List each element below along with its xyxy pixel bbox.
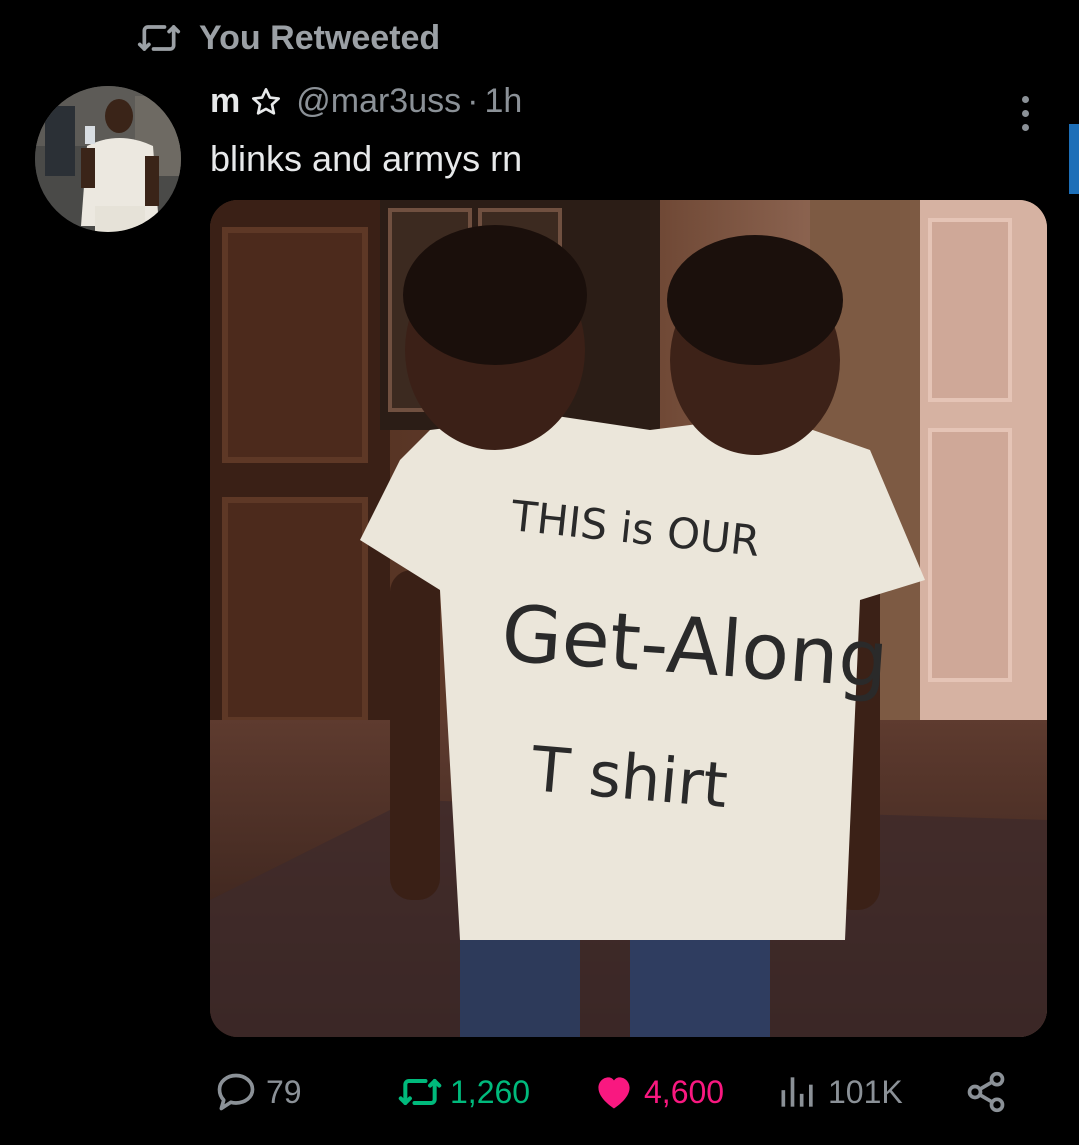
view-count: 101K (828, 1073, 903, 1110)
tweet-page: You Retweeted m @mar3uss · 1h blinks and… (0, 0, 1079, 1145)
more-dot (1021, 109, 1029, 117)
share-button[interactable] (964, 1070, 1008, 1114)
views-button[interactable]: 101K (776, 1070, 903, 1114)
scrollbar-thumb[interactable] (1069, 124, 1079, 194)
star-outline-icon (252, 87, 281, 115)
tweet-media-photo[interactable]: THIS is OUR Get-Along T shirt (210, 200, 1047, 1037)
share-icon (967, 1071, 1005, 1113)
retweet-icon (137, 25, 181, 51)
tweet-text: blinks and armys rn (210, 138, 523, 179)
like-button[interactable]: 4,600 (592, 1070, 724, 1114)
more-vertical-icon (1021, 95, 1029, 103)
display-name[interactable]: m (210, 82, 240, 121)
views-bar-chart-icon (781, 1077, 813, 1107)
photo-get-along-shirt: THIS is OUR Get-Along T shirt (210, 200, 1047, 1037)
heart-filled-icon (598, 1077, 630, 1109)
tweet-timestamp[interactable]: 1h (484, 82, 522, 121)
tweet-action-bar: 79 1,260 4,600 101K (0, 1060, 1079, 1130)
tweet-header: m @mar3uss · 1h (210, 82, 522, 121)
user-handle[interactable]: @mar3uss (296, 82, 461, 121)
reply-button[interactable]: 79 (214, 1070, 302, 1114)
reply-count: 79 (266, 1073, 302, 1110)
header-separator: · (467, 82, 479, 120)
retweet-context-label: You Retweeted (199, 18, 441, 57)
retweet-context[interactable]: You Retweeted (137, 16, 440, 60)
more-dot (1021, 123, 1029, 131)
like-count: 4,600 (644, 1073, 725, 1110)
retweet-icon (398, 1078, 442, 1106)
avatar-image (35, 86, 181, 232)
retweet-button[interactable]: 1,260 (398, 1070, 530, 1114)
more-button[interactable] (1010, 88, 1040, 138)
retweet-count: 1,260 (450, 1073, 531, 1110)
avatar[interactable] (35, 86, 181, 232)
reply-icon (217, 1073, 255, 1111)
